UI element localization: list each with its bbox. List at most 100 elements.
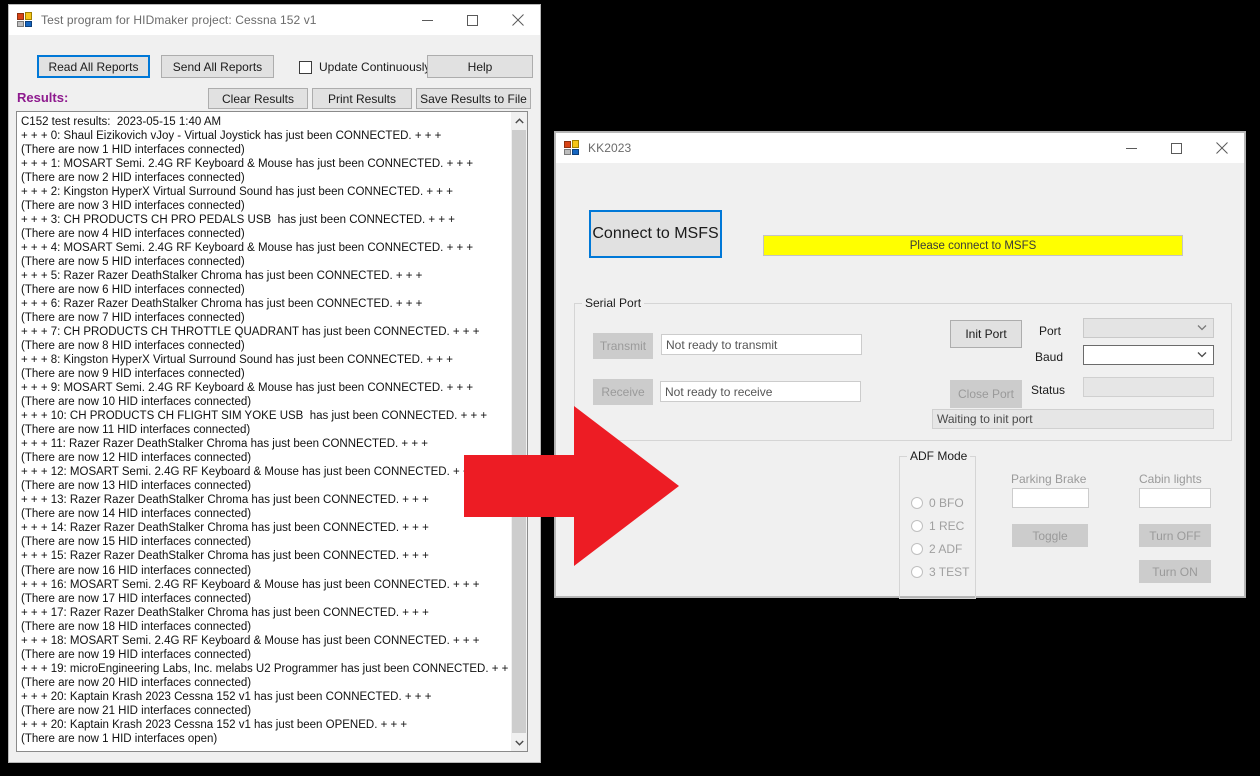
results-log-line: (There are now 9 HID interfaces connecte… — [21, 368, 245, 381]
results-log-line: + + + 16: MOSART Semi. 2.4G RF Keyboard … — [21, 578, 480, 591]
transmit-button[interactable]: Transmit — [593, 333, 653, 359]
app-icon — [564, 140, 580, 156]
radio-icon[interactable] — [911, 566, 923, 578]
app-icon — [17, 12, 33, 28]
window1-titlebar[interactable]: Test program for HIDmaker project: Cessn… — [9, 5, 540, 35]
results-log-line: + + + 1: MOSART Semi. 2.4G RF Keyboard &… — [21, 158, 474, 171]
results-log-line: (There are now 18 HID interfaces connect… — [21, 620, 252, 633]
radio-icon[interactable] — [911, 520, 923, 532]
scroll-down-arrow[interactable] — [511, 734, 527, 751]
print-results-button[interactable]: Print Results — [312, 88, 412, 109]
results-label: Results: — [17, 90, 69, 105]
maximize-icon[interactable] — [450, 5, 495, 35]
results-log-line: + + + 15: Razer Razer DeathStalker Chrom… — [21, 550, 429, 563]
adf-option-0[interactable]: 0 BFO — [911, 496, 964, 510]
results-scrollbar[interactable] — [510, 112, 527, 751]
window2-title: KK2023 — [588, 141, 632, 155]
results-log-line: (There are now 17 HID interfaces connect… — [21, 592, 252, 605]
serial-port-group: Serial Port Transmit Not ready to transm… — [574, 296, 1232, 441]
results-log-line: (There are now 3 HID interfaces connecte… — [21, 200, 245, 213]
adf-option-2[interactable]: 2 ADF — [911, 542, 962, 556]
adf-option-0-label: 0 BFO — [929, 496, 964, 510]
results-log-line: + + + 11: Razer Razer DeathStalker Chrom… — [21, 438, 428, 451]
close-icon[interactable] — [1199, 133, 1244, 163]
parking-brake-toggle-button[interactable]: Toggle — [1012, 524, 1088, 547]
window1-body: Read All Reports Send All Reports Update… — [9, 35, 540, 762]
init-port-button[interactable]: Init Port — [950, 320, 1022, 348]
hidmaker-test-window: Test program for HIDmaker project: Cessn… — [8, 4, 541, 763]
status-label: Status — [1031, 383, 1066, 397]
cabin-lights-turn-on-button[interactable]: Turn ON — [1139, 560, 1211, 583]
results-log-line: (There are now 5 HID interfaces connecte… — [21, 256, 245, 269]
help-button[interactable]: Help — [427, 55, 533, 78]
baud-dropdown[interactable] — [1083, 345, 1214, 365]
cabin-lights-label: Cabin lights — [1139, 472, 1202, 486]
results-log-line: (There are now 10 HID interfaces connect… — [21, 396, 252, 409]
results-log-line: + + + 6: Razer Razer DeathStalker Chroma… — [21, 298, 423, 311]
results-log-line: + + + 9: MOSART Semi. 2.4G RF Keyboard &… — [21, 382, 474, 395]
results-log-line: + + + 17: Razer Razer DeathStalker Chrom… — [21, 606, 429, 619]
results-log-line: (There are now 20 HID interfaces connect… — [21, 676, 252, 689]
results-log-line: + + + 10: CH PRODUCTS CH FLIGHT SIM YOKE… — [21, 410, 488, 423]
results-log-line: + + + 20: Kaptain Krash 2023 Cessna 152 … — [21, 690, 432, 703]
results-log-line: + + + 8: Kingston HyperX Virtual Surroun… — [21, 354, 453, 367]
window2-titlebar[interactable]: KK2023 — [556, 133, 1244, 163]
results-log-line: (There are now 21 HID interfaces connect… — [21, 704, 252, 717]
results-log-line: + + + 14: Razer Razer DeathStalker Chrom… — [21, 522, 429, 535]
receive-button[interactable]: Receive — [593, 379, 653, 405]
update-continuously-checkbox[interactable]: Update Continuously — [299, 60, 430, 74]
adf-option-1[interactable]: 1 REC — [911, 519, 964, 533]
adf-option-1-label: 1 REC — [929, 519, 965, 533]
status-field — [1083, 377, 1214, 397]
radio-icon[interactable] — [911, 543, 923, 555]
window1-title: Test program for HIDmaker project: Cessn… — [41, 13, 317, 27]
results-log-line: (There are now 4 HID interfaces connecte… — [21, 228, 245, 241]
scroll-up-arrow[interactable] — [511, 112, 527, 129]
results-log-line: (There are now 11 HID interfaces connect… — [21, 424, 251, 437]
scrollbar-thumb[interactable] — [512, 130, 526, 733]
maximize-icon[interactable] — [1154, 133, 1199, 163]
results-log-line: (There are now 12 HID interfaces connect… — [21, 452, 252, 465]
chevron-down-icon — [1197, 324, 1207, 333]
results-log-line: (There are now 1 HID interfaces open) — [21, 732, 218, 745]
results-textarea[interactable]: C152 test results: 2023-05-15 1:40 AM + +… — [16, 111, 528, 752]
results-log-line: (There are now 14 HID interfaces connect… — [21, 508, 252, 521]
adf-option-3[interactable]: 3 TEST — [911, 565, 969, 579]
results-log-line: + + + 19: microEngineering Labs, Inc. me… — [21, 662, 519, 675]
results-log-line: + + + 12: MOSART Semi. 2.4G RF Keyboard … — [21, 466, 480, 479]
minimize-icon[interactable] — [1109, 133, 1154, 163]
close-icon[interactable] — [495, 5, 540, 35]
read-all-reports-button[interactable]: Read All Reports — [37, 55, 150, 78]
results-log-line: (There are now 19 HID interfaces connect… — [21, 648, 252, 661]
baud-label: Baud — [1035, 350, 1064, 364]
port-dropdown[interactable] — [1083, 318, 1214, 338]
results-log-line: + + + 3: CH PRODUCTS CH PRO PEDALS USB h… — [21, 214, 455, 227]
parking-brake-field[interactable] — [1012, 488, 1089, 508]
results-log-line: (There are now 7 HID interfaces connecte… — [21, 312, 245, 325]
save-results-button[interactable]: Save Results to File — [416, 88, 531, 109]
parking-brake-label: Parking Brake — [1011, 472, 1087, 486]
minimize-icon[interactable] — [405, 5, 450, 35]
window2-titlebar-buttons — [1109, 133, 1244, 163]
results-log: C152 test results: 2023-05-15 1:40 AM + +… — [21, 115, 519, 746]
results-log-line: + + + 2: Kingston HyperX Virtual Surroun… — [21, 186, 453, 199]
checkbox-box[interactable] — [299, 60, 312, 74]
connect-to-msfs-button[interactable]: Connect to MSFS — [589, 210, 722, 258]
results-log-line: (There are now 16 HID interfaces connect… — [21, 564, 252, 577]
adf-mode-group-title: ADF Mode — [907, 449, 971, 463]
results-log-line: + + + 20: Kaptain Krash 2023 Cessna 152 … — [21, 718, 408, 731]
results-log-line: + + + 7: CH PRODUCTS CH THROTTLE QUADRAN… — [21, 326, 480, 339]
radio-icon[interactable] — [911, 497, 923, 509]
port-label: Port — [1039, 324, 1062, 338]
results-log-line: (There are now 15 HID interfaces connect… — [21, 536, 252, 549]
close-port-button[interactable]: Close Port — [950, 380, 1022, 408]
port-state-field: Waiting to init port — [932, 409, 1214, 429]
kk2023-window: KK2023 Connect to MSFS Please connect to… — [555, 132, 1245, 599]
clear-results-button[interactable]: Clear Results — [208, 88, 308, 109]
cabin-lights-turn-off-button[interactable]: Turn OFF — [1139, 524, 1211, 547]
results-log-line: (There are now 8 HID interfaces connecte… — [21, 340, 245, 353]
cabin-lights-field[interactable] — [1139, 488, 1211, 508]
results-log-line: + + + 5: Razer Razer DeathStalker Chroma… — [21, 270, 423, 283]
results-log-line: (There are now 2 HID interfaces connecte… — [21, 172, 245, 185]
send-all-reports-button[interactable]: Send All Reports — [161, 55, 274, 78]
